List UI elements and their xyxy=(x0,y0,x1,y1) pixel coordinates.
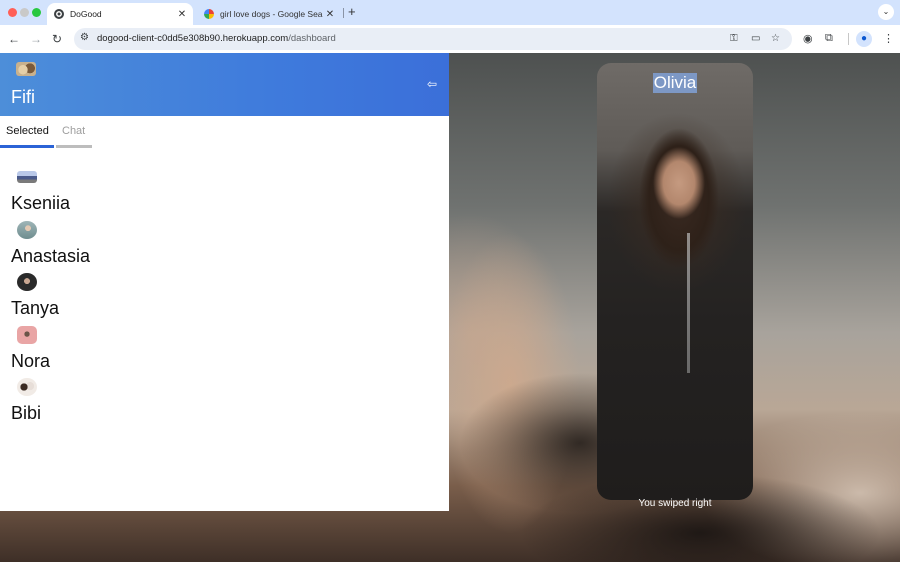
list-item[interactable]: Bibi xyxy=(0,378,449,431)
matches-list: Kseniia Anastasia Tanya Nora Bibi xyxy=(0,168,449,431)
minimize-window-button[interactable] xyxy=(20,8,29,17)
arrow-left-icon[interactable]: ← xyxy=(8,30,20,48)
kebab-menu-icon[interactable]: ⋮ xyxy=(883,32,894,45)
maximize-window-button[interactable] xyxy=(32,8,41,17)
swipe-status-text: You swiped right xyxy=(638,498,712,509)
new-tab-button[interactable]: + xyxy=(348,4,356,19)
cast-icon[interactable]: ▭ xyxy=(751,33,760,44)
close-window-button[interactable] xyxy=(8,8,17,17)
globe-icon xyxy=(54,9,64,19)
star-icon[interactable]: ☆ xyxy=(771,33,780,44)
toolbar-separator xyxy=(848,33,849,45)
list-item[interactable]: Nora xyxy=(0,325,449,379)
profile-header: Fifi ⇦ xyxy=(0,53,449,116)
match-name: Bibi xyxy=(11,403,42,423)
address-bar[interactable]: ⚙ dogood-client-c0dd5e308b90.herokuapp.c… xyxy=(74,28,792,50)
matches-sidebar: Fifi ⇦ Selected Chat Kseniia Anastasia T… xyxy=(0,53,449,511)
card-name: Olivia xyxy=(652,73,698,93)
swipe-card[interactable]: Olivia xyxy=(597,63,753,500)
tab-separator xyxy=(343,8,344,18)
match-name: Tanya xyxy=(11,298,60,318)
reload-icon[interactable]: ↻ xyxy=(52,30,62,48)
match-name: Anastasia xyxy=(11,245,91,266)
close-icon[interactable]: ✕ xyxy=(175,9,189,20)
tab-title: girl love dogs - Google Search xyxy=(220,9,323,19)
match-name: Nora xyxy=(11,350,51,371)
avatar xyxy=(17,325,37,344)
avatar xyxy=(17,220,37,239)
avatar xyxy=(17,273,37,291)
tab-chat[interactable]: Chat xyxy=(56,116,92,148)
close-icon[interactable]: ✕ xyxy=(323,9,337,20)
tab-selected[interactable]: Selected xyxy=(0,116,54,148)
tune-icon[interactable]: ⚙ xyxy=(80,32,89,43)
list-item[interactable]: Tanya xyxy=(0,273,449,326)
key-icon[interactable]: ⚿ xyxy=(730,33,738,44)
dashboard-page: Fifi ⇦ Selected Chat Kseniia Anastasia T… xyxy=(0,53,900,562)
browser-toolbar: ← → ↻ ⚙ dogood-client-c0dd5e308b90.herok… xyxy=(0,25,900,53)
google-icon xyxy=(204,9,214,19)
sidebar-tabs: Selected Chat xyxy=(0,116,449,148)
puzzle-icon[interactable]: ⧉ xyxy=(825,32,833,45)
list-item[interactable]: Kseniia xyxy=(0,168,449,221)
browser-tab-google-search[interactable]: girl love dogs - Google Search ✕ xyxy=(197,3,341,25)
camera-icon[interactable]: ◉ xyxy=(803,32,813,45)
owner-name: Fifi xyxy=(11,87,35,107)
list-item[interactable]: Anastasia xyxy=(0,220,449,274)
avatar xyxy=(17,378,37,396)
logout-icon[interactable]: ⇦ xyxy=(427,77,437,91)
avatar xyxy=(17,171,37,183)
avatar[interactable] xyxy=(16,62,36,76)
browser-tab-strip: DoGood ✕ girl love dogs - Google Search … xyxy=(0,0,900,25)
browser-tab-dogood[interactable]: DoGood ✕ xyxy=(47,3,193,25)
tab-search-button[interactable]: ⌄ xyxy=(878,4,894,20)
match-name: Kseniia xyxy=(11,193,71,213)
url-text[interactable]: dogood-client-c0dd5e308b90.herokuapp.com… xyxy=(97,33,336,44)
person-icon[interactable]: ● xyxy=(856,31,872,47)
tab-title: DoGood xyxy=(70,9,102,19)
arrow-right-icon[interactable]: → xyxy=(30,30,42,48)
